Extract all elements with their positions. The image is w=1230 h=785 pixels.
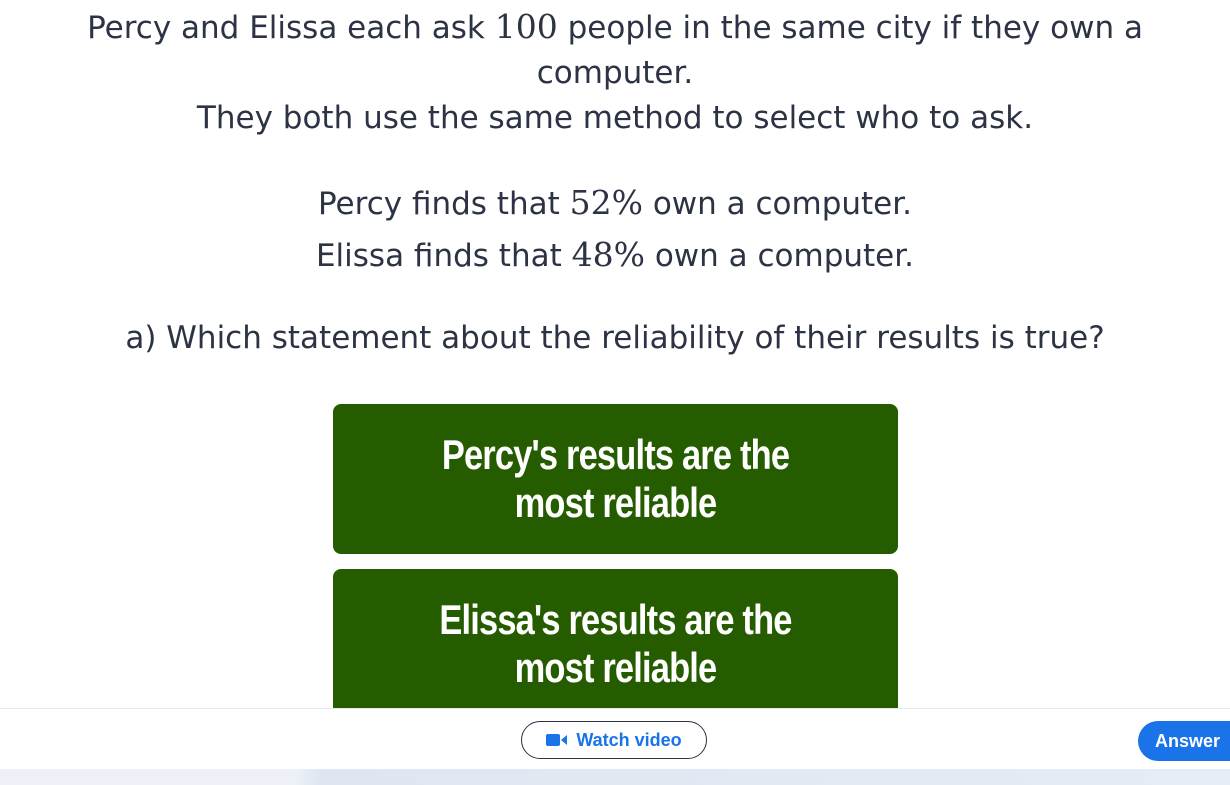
question-text: Percy finds that: [317, 186, 570, 222]
question-line-elissa: Elissa finds that 48% own a computer.: [0, 232, 1230, 279]
answer-option-percy[interactable]: Percy's results are the most reliable: [333, 404, 898, 554]
question-line-3: They both use the same method to select …: [0, 95, 1230, 141]
answer-label: Answer: [1155, 730, 1221, 751]
question-line-percy: Percy finds that 52% own a computer.: [0, 180, 1230, 227]
question-text: computer.: [536, 55, 694, 91]
math-value: 52%: [569, 183, 643, 222]
watch-video-button[interactable]: Watch video: [521, 721, 707, 759]
question-text: They both use the same method to select …: [196, 100, 1034, 136]
question-text: Percy and Elissa each ask: [87, 10, 495, 46]
question-text: people in the same city if they own a: [557, 10, 1143, 46]
question-page: Percy and Elissa each ask 100 people in …: [0, 0, 1230, 785]
question-text: Elissa finds that: [315, 238, 572, 274]
option-label: Elissa's results are the most reliable: [439, 596, 792, 691]
question-prompt: a) Which statement about the reliability…: [0, 315, 1230, 361]
answer-button[interactable]: Answer: [1138, 721, 1230, 761]
watch-video-label: Watch video: [576, 729, 682, 750]
answer-option-elissa[interactable]: Elissa's results are the most reliable: [333, 569, 898, 708]
bottom-strip: [0, 769, 1230, 785]
question-text: own a computer.: [644, 238, 915, 274]
prompt-text: a) Which statement about the reliability…: [125, 320, 1105, 356]
math-value: 48%: [571, 235, 645, 274]
math-value: 100: [494, 7, 558, 46]
question-line-1: Percy and Elissa each ask 100 people in …: [0, 4, 1230, 51]
question-area: Percy and Elissa each ask 100 people in …: [0, 0, 1230, 708]
question-line-2: computer.: [0, 50, 1230, 96]
question-text: own a computer.: [642, 186, 913, 222]
video-camera-icon: [546, 733, 568, 747]
option-label: Percy's results are the most reliable: [441, 431, 790, 526]
footer-bar: Watch video Answer: [0, 708, 1230, 785]
